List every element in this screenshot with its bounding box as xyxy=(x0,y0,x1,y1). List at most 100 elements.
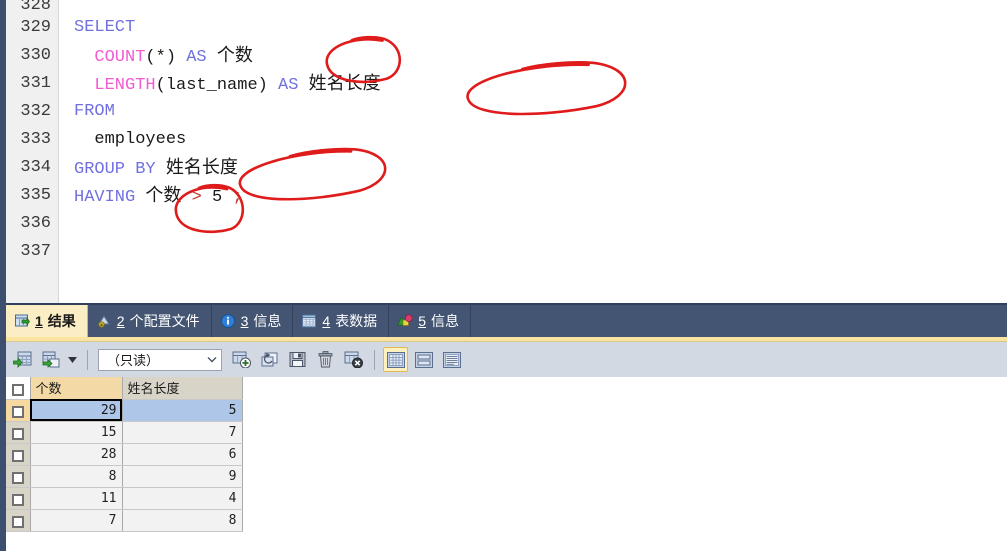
checkbox-icon[interactable] xyxy=(11,450,24,463)
tab-label: 信息 xyxy=(253,314,282,330)
cell-count[interactable]: 7 xyxy=(30,509,123,532)
tab-number: 4 xyxy=(322,313,331,329)
code-token-han: 姓名长度 xyxy=(165,157,238,178)
tab-4[interactable]: 4 表数据 xyxy=(293,305,390,337)
export-grid-button[interactable] xyxy=(38,347,63,372)
delete-record-button[interactable] xyxy=(313,347,338,372)
sql-code-area[interactable]: SELECT COUNT(*) AS 个数 LENGTH(last_name) … xyxy=(59,0,1007,303)
line-number: 337 xyxy=(20,242,51,261)
code-line[interactable]: HAVING 个数 > 5 ; xyxy=(74,182,1007,210)
row-select-checkbox-cell[interactable] xyxy=(6,421,31,444)
mode-selector[interactable]: （只读） xyxy=(98,348,222,371)
column-header-namelength[interactable]: 姓名长度 xyxy=(122,377,243,400)
code-token-han: 个数 xyxy=(145,185,182,206)
row-select-checkbox-cell[interactable] xyxy=(6,487,31,510)
tab-3[interactable]: 3 信息 xyxy=(212,305,294,337)
code-line[interactable]: FROM xyxy=(74,98,1007,126)
tab-label: 表数据 xyxy=(335,314,378,330)
results-table-head: 个数 姓名长度 xyxy=(6,377,243,400)
column-header-count[interactable]: 个数 xyxy=(30,377,123,400)
cell-namelength[interactable]: 6 xyxy=(122,443,243,466)
table-row[interactable]: 78 xyxy=(6,509,243,532)
results-tab-strip[interactable]: 1 结果 2 个配置文件 3 信息 4 表数据 5 信息 xyxy=(6,303,1007,337)
code-token-han: 姓名长度 xyxy=(308,73,381,94)
row-select-checkbox-cell[interactable] xyxy=(6,509,31,532)
checkbox-icon[interactable] xyxy=(11,472,24,485)
checkbox-icon[interactable] xyxy=(11,428,24,441)
cell-count[interactable]: 29 xyxy=(30,399,123,422)
code-token-op: > xyxy=(191,188,202,207)
code-line[interactable] xyxy=(74,210,1007,238)
row-select-checkbox-cell[interactable] xyxy=(6,399,31,422)
select-all-header[interactable] xyxy=(6,377,31,400)
line-number-gutter: 328 329 330 331 332 333 334 335 336 337 xyxy=(6,0,59,303)
chevron-down-icon xyxy=(207,357,217,363)
line-number: 335 xyxy=(20,186,51,205)
table-row[interactable]: 89 xyxy=(6,465,243,488)
table-row[interactable]: 29 5 xyxy=(6,399,243,422)
code-line[interactable]: SELECT xyxy=(74,14,1007,42)
tab-5[interactable]: 5 信息 xyxy=(389,305,471,337)
line-number: 331 xyxy=(20,74,51,93)
cell-count[interactable]: 11 xyxy=(30,487,123,510)
row-select-checkbox-cell[interactable] xyxy=(6,465,31,488)
form-view-button[interactable] xyxy=(411,347,436,372)
line-number: 332 xyxy=(20,102,51,121)
cell-namelength[interactable]: 5 xyxy=(122,399,243,422)
results-table-body: 29 5 15 7 28 6 8 9 11 4 7 8 xyxy=(6,399,243,532)
code-token-op: ; xyxy=(232,188,243,207)
code-line[interactable]: COUNT(*) AS 个数 xyxy=(74,42,1007,70)
table-row[interactable]: 15 7 xyxy=(6,421,243,444)
code-line[interactable] xyxy=(74,238,1007,266)
cell-count[interactable]: 28 xyxy=(30,443,123,466)
results-toolbar[interactable]: （只读） xyxy=(6,342,1007,377)
window-left-rail xyxy=(0,0,6,551)
table-row[interactable]: 11 4 xyxy=(6,487,243,510)
grid-view-button[interactable] xyxy=(383,347,408,372)
tab-number: 2 xyxy=(116,313,125,329)
cell-count[interactable]: 8 xyxy=(30,465,123,488)
line-number: 336 xyxy=(20,214,51,233)
tab-label: 信息 xyxy=(430,314,459,330)
line-number: 328 xyxy=(20,0,51,15)
refresh-record-button[interactable] xyxy=(257,347,282,372)
insert-record-button[interactable] xyxy=(229,347,254,372)
profile-icon xyxy=(96,313,112,329)
cell-namelength[interactable]: 7 xyxy=(122,421,243,444)
cell-namelength[interactable]: 9 xyxy=(122,465,243,488)
checkbox-icon[interactable] xyxy=(11,383,24,396)
code-token-pl: 5 xyxy=(201,188,233,207)
dropdown-caret-button[interactable] xyxy=(66,349,79,371)
tab-1[interactable]: 1 结果 xyxy=(6,305,88,337)
sql-editor[interactable]: 328 329 330 331 332 333 334 335 336 337 SELECT CO… xyxy=(6,0,1007,303)
code-line[interactable] xyxy=(74,0,1007,14)
tab-number: 3 xyxy=(240,313,249,329)
code-token-fn: LENGTH xyxy=(94,76,156,95)
text-view-button[interactable] xyxy=(439,347,464,372)
apply-changes-button[interactable] xyxy=(10,347,35,372)
save-record-button[interactable] xyxy=(285,347,310,372)
code-token-kw: GROUP BY xyxy=(74,160,156,179)
code-line[interactable]: LENGTH(last_name) AS 姓名长度 xyxy=(74,70,1007,98)
cell-count[interactable]: 15 xyxy=(30,421,123,444)
code-token-kw: FROM xyxy=(74,102,115,121)
code-token-pl: employees xyxy=(74,130,187,149)
code-line[interactable]: GROUP BY 姓名长度 xyxy=(74,154,1007,182)
cell-namelength[interactable]: 8 xyxy=(122,509,243,532)
checkbox-icon[interactable] xyxy=(11,494,24,507)
discard-record-button[interactable] xyxy=(341,347,366,372)
tab-number: 5 xyxy=(418,313,426,329)
code-line[interactable]: employees xyxy=(74,126,1007,154)
row-select-checkbox-cell[interactable] xyxy=(6,443,31,466)
checkbox-icon[interactable] xyxy=(11,406,24,419)
table-row[interactable]: 28 6 xyxy=(6,443,243,466)
checkbox-icon[interactable] xyxy=(11,516,24,529)
cell-namelength[interactable]: 4 xyxy=(122,487,243,510)
tab-2[interactable]: 2 个配置文件 xyxy=(88,305,212,337)
results-data-grid[interactable]: 个数 姓名长度 29 5 15 7 28 6 8 9 11 4 7 8 xyxy=(6,377,1007,551)
